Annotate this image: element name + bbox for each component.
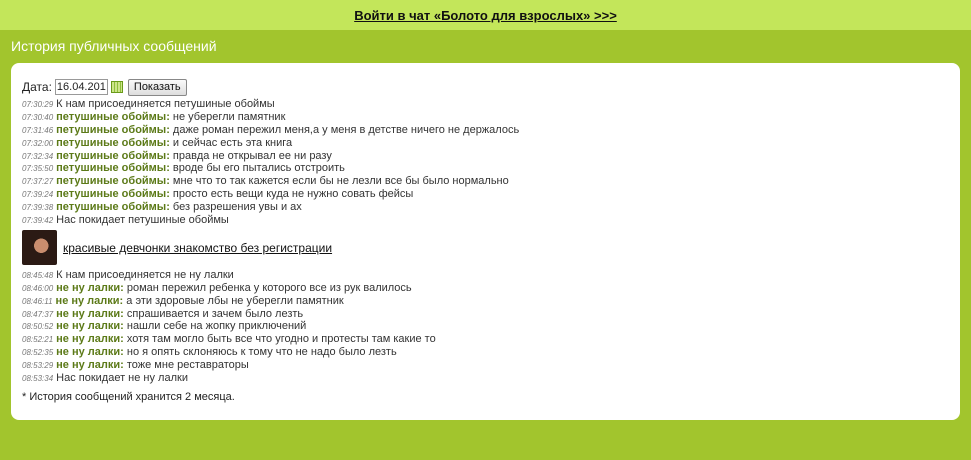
- message-time: 07:37:27: [22, 177, 54, 187]
- message-row: 07:39:24 петушиные обоймы: просто есть ве…: [22, 188, 950, 201]
- calendar-icon[interactable]: [110, 81, 123, 93]
- message-row: 08:52:35 не ну лалки: но я опять склоняюс…: [22, 346, 950, 359]
- message-text: даже роман пережил меня,а у меня в детст…: [169, 123, 520, 136]
- message-nick[interactable]: не ну лалки:: [56, 359, 124, 371]
- message-nick[interactable]: петушиные обоймы:: [56, 137, 170, 149]
- message-nick[interactable]: петушиные обоймы:: [56, 150, 170, 162]
- message-time: 07:31:46: [22, 125, 54, 135]
- message-row: 08:46:00 не ну лалки: роман пережил ребен…: [22, 282, 950, 295]
- history-panel: Дата: Показать 07:30:29К нам присоединяе…: [11, 63, 960, 420]
- message-time: 07:32:00: [22, 138, 54, 148]
- message-list: 07:30:29 К нам присоединяется петушиные о…: [22, 98, 950, 227]
- message-row: 07:35:50 петушиные обоймы: вроде бы его п…: [22, 162, 950, 175]
- message-nick[interactable]: не ну лалки:: [56, 308, 124, 320]
- message-time: 07:39:42: [22, 216, 54, 226]
- message-nick[interactable]: петушиные обоймы:: [56, 124, 170, 136]
- message-nick[interactable]: петушиные обоймы:: [56, 175, 170, 187]
- message-row: 07:30:40 петушиные обоймы: не уберегли па…: [22, 111, 950, 124]
- message-text: нашли себе на жопку приключений: [123, 320, 307, 333]
- message-nick[interactable]: не ну лалки:: [56, 320, 124, 332]
- message-row: 07:32:34 петушиные обоймы: правда не откр…: [22, 150, 950, 163]
- message-text: тоже мне реставраторы: [123, 359, 249, 372]
- page-title: История публичных сообщений: [11, 38, 217, 54]
- message-text: просто есть вещи куда не нужно совать фе…: [169, 188, 414, 201]
- message-text: Нас покидает не ну лалки: [56, 372, 188, 385]
- message-row: 08:53:34 Нас покидает не ну лалки: [22, 372, 950, 385]
- ad-avatar[interactable]: [22, 230, 57, 266]
- message-text: К нам присоединяется петушиные обоймы: [56, 98, 275, 110]
- message-text: но я опять склоняюсь к тому что не надо …: [123, 346, 397, 359]
- enter-chat-link[interactable]: Войти в чат «Болото для взрослых» >>>: [354, 8, 617, 23]
- message-row: 07:31:46 петушиные обоймы: даже роман пер…: [22, 124, 950, 137]
- message-row: 08:53:29 не ну лалки: тоже мне реставрато…: [22, 359, 950, 372]
- message-time: 07:30:29: [22, 100, 54, 109]
- message-list: 08:45:48 К нам присоединяется не ну лалки…: [22, 269, 950, 385]
- top-banner: Войти в чат «Болото для взрослых» >>>: [0, 0, 971, 30]
- message-text: хотя там могло быть все что угодно и про…: [123, 333, 436, 346]
- message-time: 08:52:21: [22, 335, 54, 345]
- message-text: не уберегли памятник: [169, 110, 286, 123]
- message-text: К нам присоединяется не ну лалки: [56, 268, 234, 281]
- message-nick[interactable]: не ну лалки:: [56, 282, 124, 294]
- message-nick[interactable]: петушиные обоймы:: [56, 162, 170, 174]
- message-time: 07:35:50: [22, 164, 54, 174]
- message-text: спрашивается и зачем было лезть: [123, 307, 304, 320]
- message-time: 08:45:48: [22, 270, 54, 280]
- message-time: 08:46:11: [22, 296, 53, 306]
- message-text: а эти здоровые лбы не уберегли памятник: [123, 294, 344, 307]
- message-time: 08:47:37: [22, 309, 54, 319]
- message-row: 08:50:52 не ну лалки: нашли себе на жопку…: [22, 320, 950, 333]
- message-row: 07:30:29 К нам присоединяется петушиные о…: [22, 98, 950, 111]
- message-text: Нас покидает петушиные обоймы: [56, 214, 229, 227]
- message-nick[interactable]: не ну лалки:: [56, 333, 124, 345]
- message-nick[interactable]: не ну лалки:: [56, 295, 124, 307]
- message-time: 07:39:38: [22, 203, 54, 213]
- message-time: 07:39:24: [22, 190, 54, 200]
- message-nick[interactable]: петушиные обоймы:: [56, 188, 170, 200]
- message-time: 08:52:35: [22, 348, 54, 358]
- message-row: 07:32:00 петушиные обоймы: и сейчас есть …: [22, 137, 950, 150]
- show-button[interactable]: Показать: [127, 78, 187, 96]
- message-row: 07:37:27 петушиные обоймы: мне что то так…: [22, 175, 950, 188]
- message-row: 07:39:42 Нас покидает петушиные обоймы: [22, 214, 950, 227]
- message-nick[interactable]: петушиные обоймы:: [56, 201, 170, 213]
- message-nick[interactable]: петушиные обоймы:: [56, 111, 170, 123]
- date-input[interactable]: [54, 79, 108, 95]
- history-note: * История сообщений хранится 2 месяца.: [22, 390, 235, 403]
- message-row: 07:39:38 петушиные обоймы: без разрешения…: [22, 201, 950, 214]
- message-time: 08:46:00: [22, 283, 54, 293]
- message-text: вроде бы его пытались отстроить: [169, 162, 345, 175]
- date-label: Дата:: [22, 80, 52, 94]
- message-row: 08:45:48 К нам присоединяется не ну лалки: [22, 269, 950, 282]
- ad-link[interactable]: красивые девчонки знакомство без регистр…: [63, 241, 332, 255]
- message-text: мне что то так кажется если бы не лезли …: [169, 175, 509, 188]
- message-time: 07:30:40: [22, 112, 54, 122]
- message-text: роман пережил ребенка у которого все из …: [123, 281, 412, 294]
- message-time: 07:32:34: [22, 151, 54, 161]
- message-row: 08:52:21 не ну лалки: хотя там могло быть…: [22, 333, 950, 346]
- message-time: 08:50:52: [22, 322, 54, 332]
- date-controls: Дата: Показать: [22, 77, 950, 97]
- message-time: 08:53:29: [22, 361, 54, 371]
- message-text: и сейчас есть эта книга: [169, 136, 293, 149]
- message-text: правда не открывал ее ни разу: [169, 149, 332, 162]
- message-time: 08:53:34: [22, 374, 54, 384]
- message-nick[interactable]: не ну лалки:: [56, 346, 124, 358]
- ad-block: красивые девчонки знакомство без регистр…: [22, 230, 950, 266]
- message-row: 08:46:11 не ну лалки: а эти здоровые лбы …: [22, 295, 950, 308]
- message-row: 08:47:37 не ну лалки: спрашивается и заче…: [22, 308, 950, 321]
- message-text: без разрешения увы и ах: [169, 201, 302, 214]
